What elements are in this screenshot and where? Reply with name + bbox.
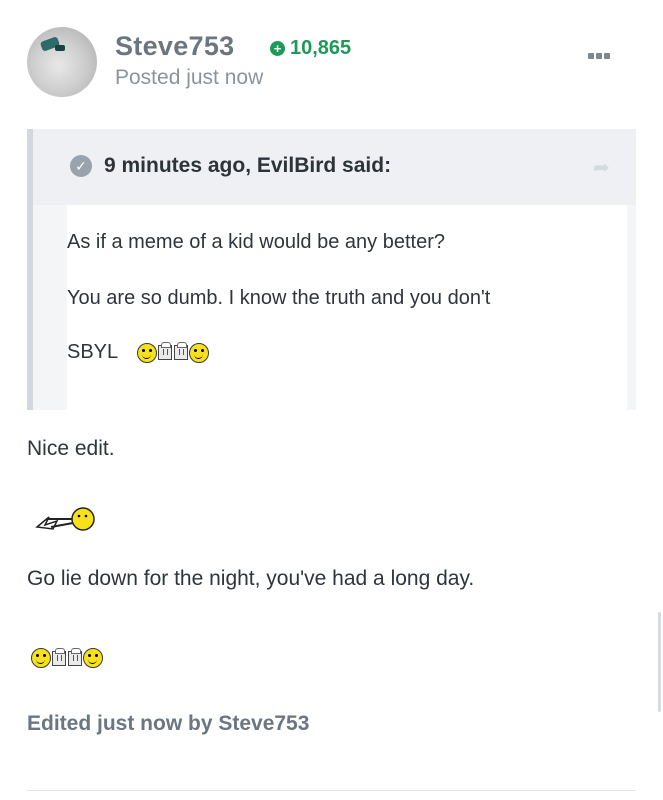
author-username[interactable]: Steve753	[115, 31, 235, 62]
more-icon[interactable]	[588, 53, 610, 59]
plus-circle-icon: +	[270, 41, 285, 56]
divider	[27, 790, 636, 791]
forum-post: Steve753 + 10,865 Posted just now ✓ 9 mi…	[0, 0, 663, 800]
quote-line: SBYL	[67, 341, 209, 364]
beer-mug-icon	[68, 647, 82, 666]
beer-mug-icon	[173, 342, 188, 361]
menu-dot	[604, 53, 610, 59]
posted-time: Posted just now	[115, 66, 264, 89]
cheers-smilies-icon	[31, 647, 103, 668]
beer-mug-icon	[157, 342, 172, 361]
avatar[interactable]	[27, 27, 97, 97]
post-text: Nice edit.	[27, 437, 115, 460]
cheers-smilies-icon	[136, 342, 209, 363]
quote-line-text: SBYL	[67, 341, 118, 363]
reputation-count: 10,865	[290, 37, 352, 59]
quote-body: As if a meme of a kid would be any bette…	[67, 205, 627, 410]
scrollbar[interactable]	[658, 612, 661, 712]
quote-line: As if a meme of a kid would be any bette…	[67, 231, 445, 253]
menu-dot	[596, 53, 602, 59]
quote-block: ✓ 9 minutes ago, EvilBird said: ➦ As if …	[27, 129, 636, 410]
lie-down-smiley-icon	[35, 507, 95, 531]
quote-line: You are so dumb. I know the truth and yo…	[67, 287, 491, 309]
smiley-icon	[188, 342, 209, 363]
share-arrow-icon[interactable]: ➦	[593, 157, 615, 179]
smiley-icon	[136, 342, 157, 363]
edited-note: Edited just now by Steve753	[27, 712, 310, 735]
quote-citation: 9 minutes ago, EvilBird said:	[104, 154, 392, 177]
beer-mug-icon	[52, 647, 66, 666]
smiley-icon	[83, 648, 103, 668]
check-circle-icon[interactable]: ✓	[70, 155, 92, 177]
post-text: Go lie down for the night, you've had a …	[27, 567, 475, 590]
quote-header: ✓ 9 minutes ago, EvilBird said: ➦	[33, 129, 636, 205]
menu-dot	[588, 53, 594, 59]
reputation-badge[interactable]: + 10,865	[270, 37, 351, 60]
avatar-figure-detail	[55, 45, 65, 51]
smiley-icon	[31, 648, 51, 668]
